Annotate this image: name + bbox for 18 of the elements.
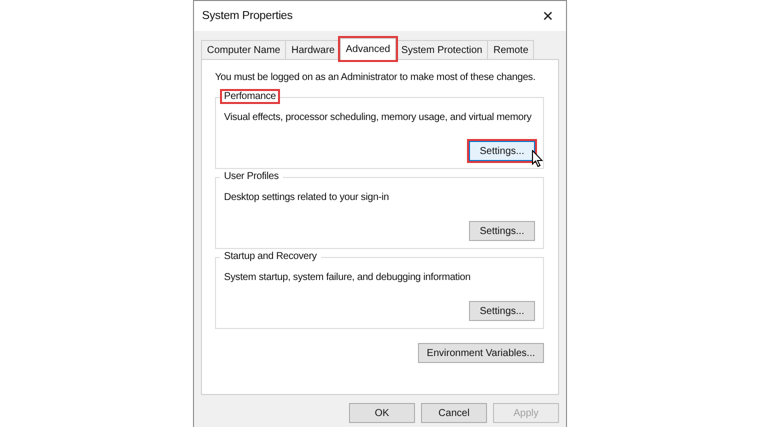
window-title: System Properties bbox=[202, 10, 293, 22]
group-description: System startup, system failure, and debugging information bbox=[224, 272, 472, 283]
tab[interactable]: Advanced bbox=[340, 38, 396, 60]
dialog-button[interactable]: OK bbox=[349, 403, 415, 423]
notice-text: You must be logged on as an Administrator to make most of these changes. bbox=[215, 72, 536, 83]
settings-button[interactable]: Settings... bbox=[469, 221, 535, 241]
tab[interactable]: Computer Name bbox=[201, 40, 286, 59]
dialog-button[interactable]: Cancel bbox=[421, 403, 487, 423]
group-description: Visual effects, processor scheduling, memory usage, and virtual memory bbox=[224, 112, 532, 123]
tab[interactable]: Remote bbox=[487, 40, 534, 59]
group-title: Startup and Recovery bbox=[220, 249, 321, 264]
group-title: Perfomance bbox=[220, 89, 280, 104]
environment-variables-button[interactable]: Environment Variables... bbox=[418, 343, 544, 363]
close-button[interactable]: ✕ bbox=[540, 8, 556, 24]
settings-button[interactable]: Settings... bbox=[469, 141, 535, 161]
group-description: Desktop settings related to your sign-in bbox=[224, 192, 390, 203]
pointer-icon bbox=[532, 150, 543, 167]
settings-button[interactable]: Settings... bbox=[469, 301, 535, 321]
